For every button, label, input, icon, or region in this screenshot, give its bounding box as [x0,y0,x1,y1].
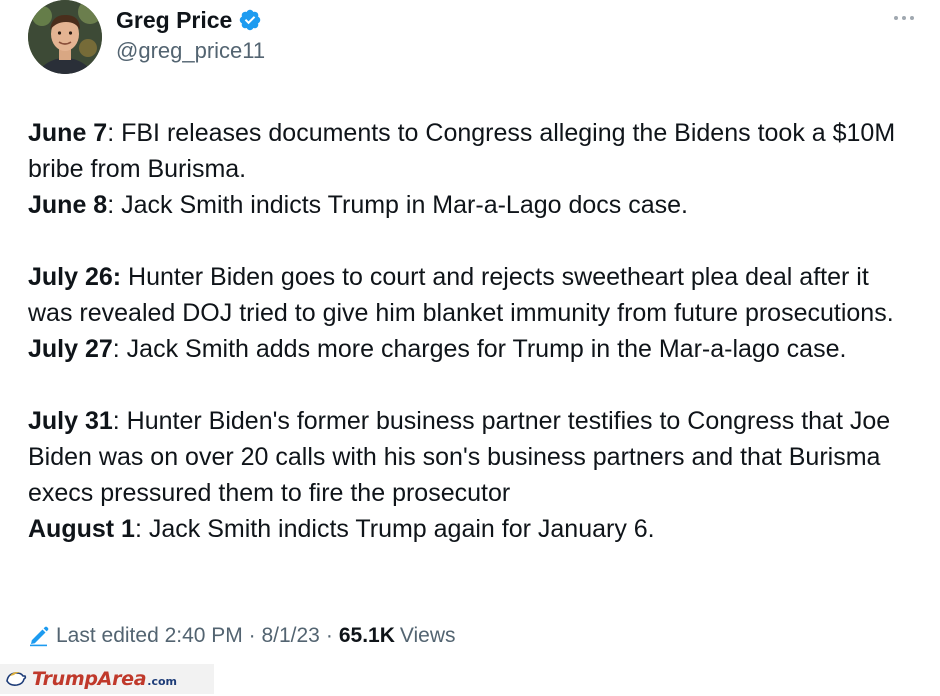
verified-badge-icon [238,8,262,32]
user-handle[interactable]: @greg_price11 [116,38,265,64]
tweet: Greg Price @greg_price11 June 7: FBI rel… [0,0,940,694]
entry-date: June 8 [28,191,108,219]
watermark-suffix: .com [147,675,177,688]
entry-text: Jack Smith adds more charges for Trump i… [119,335,847,363]
views-label: Views [399,624,456,647]
tweet-paragraph: July 26: Hunter Biden goes to court and … [28,259,918,367]
tweet-text: June 7: FBI releases documents to Congre… [28,115,918,583]
entry-text: Jack Smith indicts Trump in Mar-a-Lago d… [114,191,688,219]
entry-text: FBI releases documents to Congress alleg… [28,119,896,183]
entry-date: June 7 [28,119,108,147]
entry-separator: : [134,515,142,543]
trumparea-logo-icon [4,667,28,691]
timeline-entry: July 27: Jack Smith adds more charges fo… [28,331,918,367]
avatar-image [28,0,102,74]
last-edited-link[interactable]: Last edited 2:40 PM · 8/1/23 [56,622,320,650]
tweet-meta: Last edited 2:40 PM · 8/1/23 · 65.1K Vie… [28,622,456,650]
timeline-entry: June 8: Jack Smith indicts Trump in Mar-… [28,187,918,223]
entry-separator: : [112,407,120,435]
entry-text: Hunter Biden goes to court and rejects s… [28,263,894,327]
watermark-brand: TrumpArea [32,668,147,690]
entry-date: July 26: [28,263,122,291]
name-row: Greg Price [116,6,262,34]
entry-text: Hunter Biden's former business partner t… [28,407,891,507]
timeline-entry: August 1: Jack Smith indicts Trump again… [28,511,918,547]
display-name[interactable]: Greg Price [116,6,232,34]
tweet-header: Greg Price @greg_price11 [28,0,918,76]
views-count: 65.1K [338,624,395,647]
entry-date: July 31 [28,407,113,435]
meta-separator: · [325,624,333,647]
entry-text: Jack Smith indicts Trump again for Janua… [141,515,655,543]
avatar[interactable] [28,0,102,74]
pencil-icon [28,625,50,647]
watermark: TrumpArea .com [0,664,214,694]
entry-date: July 27 [28,335,113,363]
timeline-entry: July 31: Hunter Biden's former business … [28,403,918,511]
tweet-paragraph: July 31: Hunter Biden's former business … [28,403,918,547]
timeline-entry: July 26: Hunter Biden goes to court and … [28,259,918,331]
entry-date: August 1 [28,515,135,543]
timeline-entry: June 7: FBI releases documents to Congre… [28,115,918,187]
entry-separator: : [112,335,120,363]
tweet-paragraph: June 7: FBI releases documents to Congre… [28,115,918,223]
more-horizontal-icon[interactable] [890,8,918,28]
